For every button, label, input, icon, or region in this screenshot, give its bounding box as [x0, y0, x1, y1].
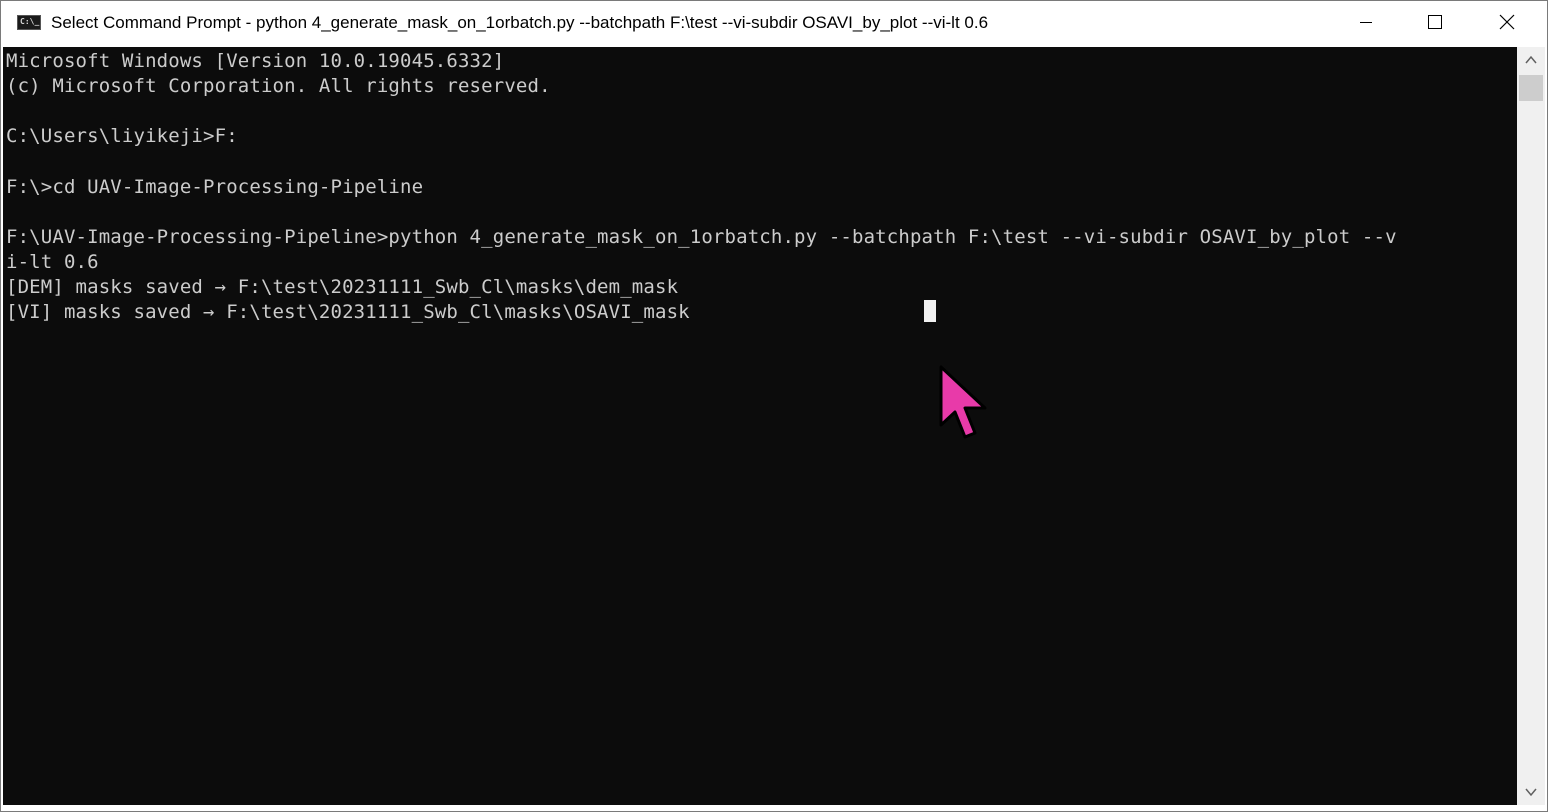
text-caret [924, 300, 936, 322]
chevron-up-icon [1525, 55, 1537, 64]
close-icon [1499, 14, 1515, 30]
console-line: (c) Microsoft Corporation. All rights re… [6, 75, 551, 97]
console-line: F:\UAV-Image-Processing-Pipeline>python … [6, 226, 1397, 248]
minimize-icon [1360, 22, 1372, 23]
scroll-thumb[interactable] [1519, 75, 1543, 101]
console-line: [DEM] masks saved → F:\test\20231111_Swb… [6, 276, 679, 298]
chevron-down-icon [1525, 788, 1537, 797]
console-line: [VI] masks saved → F:\test\20231111_Swb_… [6, 301, 690, 323]
title-bar[interactable]: Select Command Prompt - python 4_generat… [1, 1, 1547, 45]
scroll-down-button[interactable] [1517, 779, 1545, 805]
vertical-scrollbar[interactable] [1517, 47, 1545, 805]
console-line: i-lt 0.6 [6, 251, 99, 273]
maximize-icon [1428, 15, 1442, 29]
console-line: F:\>cd UAV-Image-Processing-Pipeline [6, 176, 424, 198]
close-button[interactable] [1471, 1, 1541, 45]
console-icon[interactable] [17, 15, 41, 30]
mouse-pointer-icon [935, 363, 995, 447]
scroll-up-button[interactable] [1517, 47, 1545, 73]
command-prompt-window: Select Command Prompt - python 4_generat… [0, 0, 1548, 812]
console-line: Microsoft Windows [Version 10.0.19045.63… [6, 50, 505, 72]
console-line: C:\Users\liyikeji>F: [6, 125, 238, 147]
maximize-button[interactable] [1400, 1, 1470, 45]
console-output[interactable]: Microsoft Windows [Version 10.0.19045.63… [3, 47, 1517, 805]
window-title: Select Command Prompt - python 4_generat… [51, 13, 989, 32]
minimize-button[interactable] [1331, 1, 1401, 45]
